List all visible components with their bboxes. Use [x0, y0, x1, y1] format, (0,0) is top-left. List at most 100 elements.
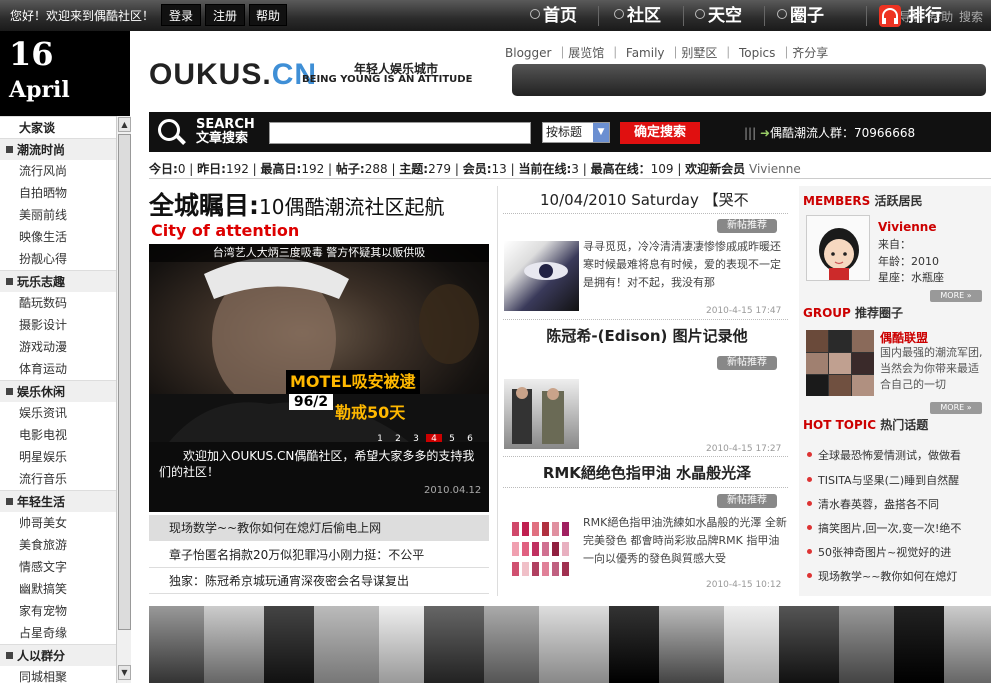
- collage-photo[interactable]: [944, 606, 991, 683]
- register-button[interactable]: 注册: [205, 4, 245, 26]
- scroll-down-arrow-icon[interactable]: ▼: [118, 665, 131, 680]
- post-title[interactable]: 陈冠希-(Edison) 图片记录他: [502, 325, 792, 346]
- sidebar-scrollbar[interactable]: ▲ ▼: [116, 116, 131, 683]
- bullet-icon: [807, 452, 812, 457]
- sidebar-item[interactable]: 占星奇缘: [0, 622, 116, 644]
- bullet-icon: [807, 501, 812, 506]
- site-logo[interactable]: OUKUS.CN: [149, 58, 317, 92]
- headphones-icon: [879, 5, 901, 27]
- member-star: 星座：水瓶座: [878, 271, 944, 284]
- post-divider: [503, 319, 788, 320]
- new-member-link[interactable]: Vivienne: [749, 162, 801, 176]
- city-of-attention: City of attention: [151, 221, 300, 240]
- square-bullet-icon: [6, 278, 13, 285]
- sidebar-item[interactable]: 明星娱乐: [0, 446, 116, 468]
- collage-photo[interactable]: [839, 606, 894, 683]
- nav-sky[interactable]: 天空: [695, 4, 742, 28]
- headline-link[interactable]: 独家：陈冠希京城玩通宵深夜密会名导谋复出: [149, 568, 489, 594]
- hot-topic-item[interactable]: 现场教学~~教你如何在熄灯: [807, 568, 987, 584]
- sidebar-item[interactable]: 酷玩数码: [0, 292, 116, 314]
- post-thumbnail[interactable]: [504, 379, 579, 449]
- arrow-icon: ➜: [759, 126, 771, 140]
- nav-home[interactable]: 首页: [530, 4, 577, 28]
- sidebar-item[interactable]: 幽默搞笑: [0, 578, 116, 600]
- post-title[interactable]: 10/04/2010 Saturday 【哭不: [540, 189, 749, 210]
- member-name[interactable]: Vivienne: [878, 220, 937, 234]
- collage-photo[interactable]: [659, 606, 724, 683]
- hot-topic-item[interactable]: 清水春英蓉，盎搭各不同: [807, 496, 987, 512]
- sidebar-section-life[interactable]: 年轻生活: [0, 490, 116, 512]
- site-stats: 今日:0 | 昨日:192 | 最高日:192 | 帖子:288 | 主题:27…: [149, 159, 991, 179]
- sidebar-section-hobby[interactable]: 玩乐志趣: [0, 270, 116, 292]
- post-date: 2010-4-15 17:27: [706, 444, 782, 454]
- scroll-up-arrow-icon[interactable]: ▲: [118, 117, 131, 132]
- sidebar-item[interactable]: 电影电视: [0, 424, 116, 446]
- collage-photo[interactable]: [724, 606, 779, 683]
- nav-community[interactable]: 社区: [614, 4, 661, 28]
- sidebar-item[interactable]: 摄影设计: [0, 314, 116, 336]
- search-type-select[interactable]: 按标题 ▼: [542, 122, 610, 143]
- group-name[interactable]: 偶酷联盟: [880, 329, 928, 346]
- login-button[interactable]: 登录: [161, 4, 201, 26]
- square-bullet-icon: [6, 388, 13, 395]
- feature-headline[interactable]: 全城瞩目:10偶酷潮流社区起航: [149, 186, 444, 222]
- sidebar-section-entertainment[interactable]: 娱乐休闲: [0, 380, 116, 402]
- sidebar-item[interactable]: 同城相聚: [0, 666, 116, 683]
- collage-photo[interactable]: [314, 606, 379, 683]
- collage-photo[interactable]: [264, 606, 314, 683]
- collage-photo[interactable]: [894, 606, 944, 683]
- group-image[interactable]: [806, 330, 874, 396]
- sidebar-item[interactable]: 流行音乐: [0, 468, 116, 490]
- collage-photo[interactable]: [779, 606, 839, 683]
- more-button[interactable]: MORE »: [930, 402, 982, 414]
- sidebar-item[interactable]: 娱乐资讯: [0, 402, 116, 424]
- nav-circles[interactable]: 圈子: [777, 4, 824, 28]
- search-input[interactable]: [269, 122, 531, 144]
- headline-link[interactable]: 现场数学~~教你如何在熄灯后偷电上网: [149, 515, 489, 541]
- sidebar-item[interactable]: 情感文字: [0, 556, 116, 578]
- avatar[interactable]: [806, 215, 870, 281]
- search-title-cn: 文章搜索: [196, 131, 249, 146]
- search-button[interactable]: 确定搜索: [620, 122, 700, 144]
- sidebar-item[interactable]: 扮靓心得: [0, 248, 116, 270]
- post-thumbnail[interactable]: [504, 514, 579, 584]
- sidebar-item[interactable]: 体育运动: [0, 358, 116, 380]
- collage-photo[interactable]: [379, 606, 424, 683]
- sidebar-item[interactable]: 流行风尚: [0, 160, 116, 182]
- collage-photo[interactable]: [424, 606, 484, 683]
- sidebar-item[interactable]: 帅哥美女: [0, 512, 116, 534]
- post-thumbnail[interactable]: [504, 241, 579, 311]
- post-title[interactable]: RMK絕绝色指甲油 水晶般光泽: [502, 462, 792, 483]
- sidebar-section-groups[interactable]: 人以群分: [0, 644, 116, 666]
- scrollbar-thumb[interactable]: [118, 134, 131, 630]
- hot-topic-item[interactable]: TISITA与坚果(二)睡到自然醒: [807, 472, 987, 488]
- group-heading: GROUP 推荐圈子: [803, 306, 904, 320]
- sidebar-item[interactable]: 映像生活: [0, 226, 116, 248]
- hot-topic-item[interactable]: 搞笑图片,回一次,变一次!绝不: [807, 520, 987, 536]
- intro-date: 2010.04.12: [424, 485, 482, 496]
- sidebar-item[interactable]: 家有宠物: [0, 600, 116, 622]
- collage-photo[interactable]: [149, 606, 204, 683]
- help-button[interactable]: 帮助: [249, 4, 287, 26]
- tagline-en: BEING YOUNG IS AN ATTITUDE: [302, 74, 473, 85]
- sidebar-item[interactable]: 美丽前线: [0, 204, 116, 226]
- headline-link[interactable]: 章子怡匿名捐款20万似犯罪冯小刚力挺：不公平: [149, 542, 489, 568]
- chevron-down-icon[interactable]: ▼: [593, 123, 609, 142]
- sidebar-section-dajiatan[interactable]: 大家谈: [0, 116, 116, 138]
- header-links[interactable]: Blogger ｜展览馆 ｜ Family ｜别墅区 ｜ Topics ｜齐分享: [505, 44, 828, 61]
- more-button[interactable]: MORE »: [930, 290, 982, 302]
- collage-photo[interactable]: [609, 606, 659, 683]
- hot-topic-item[interactable]: 50张神奇图片~视觉好的进: [807, 544, 987, 560]
- collage-photo[interactable]: [484, 606, 539, 683]
- nav-ranking[interactable]: 排行: [908, 4, 942, 28]
- new-post-tag: 新帖推荐: [717, 219, 777, 233]
- photo-collage[interactable]: [149, 606, 991, 683]
- collage-photo[interactable]: [204, 606, 264, 683]
- sidebar-item[interactable]: 美食旅游: [0, 534, 116, 556]
- sidebar-item[interactable]: 自拍晒物: [0, 182, 116, 204]
- post-date: 2010-4-15 10:12: [706, 580, 782, 590]
- sidebar-item[interactable]: 游戏动漫: [0, 336, 116, 358]
- collage-photo[interactable]: [539, 606, 609, 683]
- sidebar-section-fashion[interactable]: 潮流时尚: [0, 138, 116, 160]
- hot-topic-item[interactable]: 全球最恐怖爱情测试，做做看: [807, 447, 987, 463]
